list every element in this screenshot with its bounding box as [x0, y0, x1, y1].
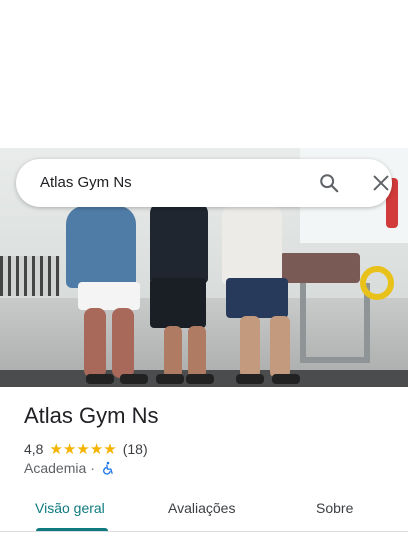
photo-shoe [272, 374, 300, 384]
place-category: Academia [24, 460, 87, 476]
star-icon: ★ [62, 440, 77, 458]
photo-person-3-shorts [226, 278, 288, 318]
review-count[interactable]: (18) [123, 441, 148, 457]
photo-dumbbell-rack [0, 256, 60, 296]
photo-person-2 [150, 203, 208, 283]
photo-gym-machine-frame [300, 283, 370, 363]
tabs-divider [0, 531, 408, 532]
photo-person-1-shorts [78, 282, 140, 310]
close-icon[interactable] [370, 172, 392, 194]
photo-person-3-leg [270, 316, 290, 378]
star-icon: ★ [89, 440, 104, 458]
separator-dot: · [90, 460, 95, 476]
photo-person-2-leg [164, 326, 182, 378]
rating-value: 4,8 [24, 441, 44, 457]
search-icon[interactable] [318, 172, 340, 194]
tab-overview[interactable]: Visão geral [35, 500, 105, 516]
photo-shoe [120, 374, 148, 384]
rating-row[interactable]: 4,8 ★ ★ ★ ★ ★ (18) [24, 440, 148, 458]
photo-person-1 [66, 206, 136, 288]
photo-person-3-leg [240, 316, 260, 378]
star-icon: ★ [103, 440, 117, 458]
photo-person-2-leg [188, 326, 206, 378]
photo-shoe [86, 374, 114, 384]
photo-shoe [236, 374, 264, 384]
photo-shoe [156, 374, 184, 384]
photo-person-2-shorts [150, 278, 206, 328]
star-icon: ★ [49, 440, 63, 458]
tab-reviews[interactable]: Avaliações [168, 500, 235, 516]
category-row: Academia · [24, 460, 115, 476]
place-tabs: Visão geral Avaliações Sobre [0, 486, 408, 532]
star-icon: ★ [76, 440, 90, 458]
photo-shoe [186, 374, 214, 384]
search-bar[interactable]: Atlas Gym Ns [16, 159, 392, 207]
place-title: Atlas Gym Ns [24, 403, 159, 428]
photo-weight-plate [360, 266, 394, 300]
photo-person-1-leg [112, 308, 134, 378]
wheelchair-icon [101, 461, 115, 475]
rating-stars: ★ ★ ★ ★ ★ [49, 442, 116, 457]
photo-person-3 [222, 206, 282, 284]
tab-about[interactable]: Sobre [316, 500, 353, 516]
search-input[interactable]: Atlas Gym Ns [40, 174, 132, 191]
photo-gym-machine [280, 253, 360, 283]
top-blank-area [0, 0, 408, 148]
photo-person-1-leg [84, 308, 106, 378]
